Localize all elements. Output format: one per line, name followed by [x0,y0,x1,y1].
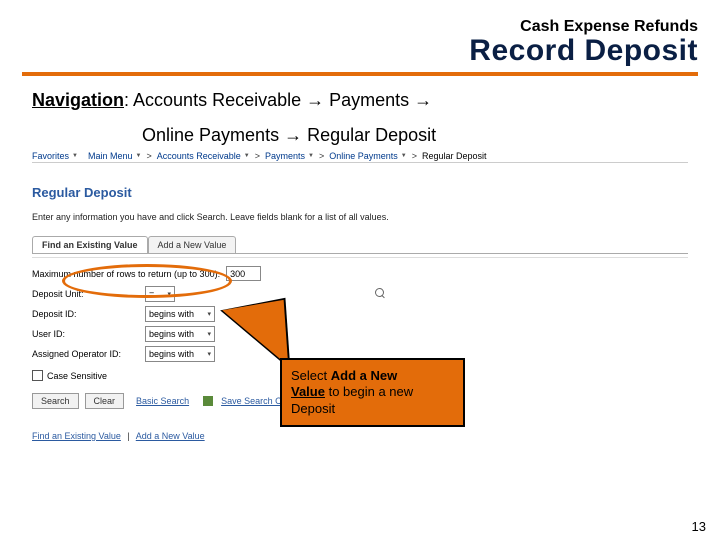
clear-button[interactable]: Clear [85,393,125,409]
footer-links: Find an Existing Value | Add a New Value [32,431,688,441]
lbl-user-id: User ID: [32,329,145,339]
lbl-case-sensitive: Case Sensitive [47,371,107,381]
header-rule [22,72,698,76]
bc-favorites[interactable]: Favorites [32,151,69,161]
tab-find-existing[interactable]: Find an Existing Value [32,236,148,253]
tab-add-new[interactable]: Add a New Value [148,236,237,253]
maxrows-row: Maximum number of rows to return (up to … [32,264,688,283]
page-number: 13 [692,519,706,534]
page-title: Regular Deposit [32,185,688,200]
search-button[interactable]: Search [32,393,79,409]
case-sensitive-checkbox[interactable] [32,370,43,381]
navigation-line-2: Online Payments → Regular Deposit [142,125,688,146]
bc-regular-deposit: Regular Deposit [422,151,487,161]
save-icon [203,396,213,406]
footer-find-link[interactable]: Find an Existing Value [32,431,121,441]
navigation-line-1: Navigation: Accounts Receivable → Paymen… [32,90,688,111]
op-user-id[interactable]: begins with▾ [145,326,215,342]
op-deposit-id[interactable]: begins with▾ [145,306,215,322]
maxrows-input[interactable]: 300 [226,266,261,281]
lbl-deposit-id: Deposit ID: [32,309,145,319]
bc-main-menu[interactable]: Main Menu [88,151,133,161]
op-deposit-unit[interactable]: =▾ [145,286,175,302]
header-large: Record Deposit [22,34,698,68]
bc-online[interactable]: Online Payments [329,151,398,161]
basic-search-link[interactable]: Basic Search [136,396,189,406]
op-assigned[interactable]: begins with▾ [145,346,215,362]
breadcrumb: Favorites▼ Main Menu▼ > Accounts Receiva… [32,148,688,162]
footer-add-link[interactable]: Add a New Value [136,431,205,441]
help-text: Enter any information you have and click… [32,212,688,222]
lookup-icon[interactable] [375,288,386,299]
lbl-assigned-op: Assigned Operator ID: [32,349,145,359]
callout-box: Select Add a New Value to begin a new De… [280,358,465,427]
lbl-deposit-unit: Deposit Unit: [32,289,145,299]
callout-pointer [222,300,288,370]
bc-payments[interactable]: Payments [265,151,305,161]
bc-ar[interactable]: Accounts Receivable [157,151,241,161]
